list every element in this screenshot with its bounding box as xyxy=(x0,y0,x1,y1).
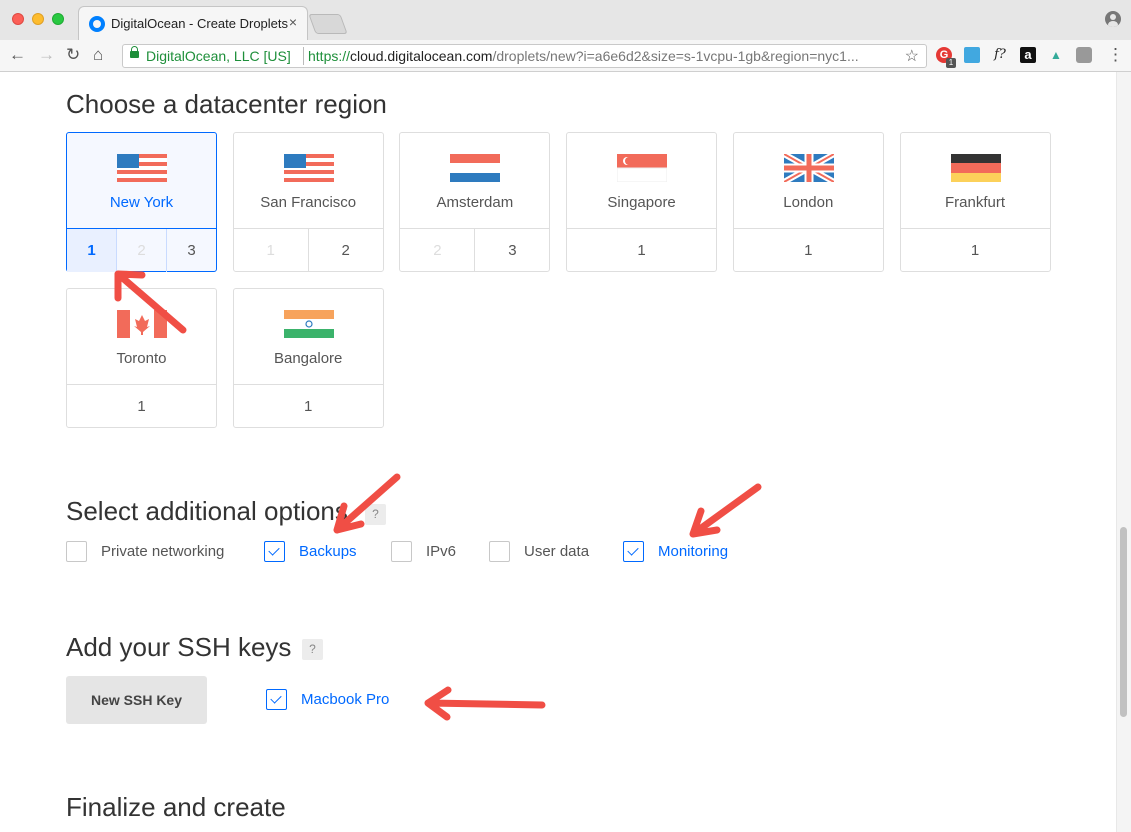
browser-menu-icon[interactable]: ⋮ xyxy=(1107,45,1124,65)
browser-titlebar: DigitalOcean - Create Droplets × xyxy=(0,0,1131,40)
new-tab-button[interactable] xyxy=(308,14,348,34)
home-icon[interactable]: ⌂ xyxy=(93,45,103,65)
extension-amazon-icon[interactable]: a xyxy=(1020,47,1036,63)
extension-font-icon[interactable]: f? xyxy=(992,47,1008,63)
back-arrow-icon[interactable]: ← xyxy=(9,45,26,65)
window-close-button[interactable] xyxy=(12,13,24,25)
url-scheme: https:// xyxy=(308,48,351,64)
annotation-arrow-ssh-key xyxy=(424,686,546,721)
address-bar[interactable]: DigitalOcean, LLC [US] https://cloud.dig… xyxy=(122,44,927,68)
tab-close-icon[interactable]: × xyxy=(289,14,297,30)
window-minimize-button[interactable] xyxy=(32,13,44,25)
ev-certificate-name[interactable]: DigitalOcean, LLC [US] xyxy=(146,48,291,64)
annotation-arrows xyxy=(114,270,762,721)
bookmark-star-icon[interactable]: ☆ xyxy=(905,46,919,66)
profile-icon[interactable] xyxy=(1105,11,1121,27)
lock-icon xyxy=(130,46,139,58)
extension-badge: 1 xyxy=(946,58,956,68)
forward-arrow-icon[interactable]: → xyxy=(38,45,55,65)
annotation-arrow-backups xyxy=(333,473,401,534)
browser-tab-active[interactable]: DigitalOcean - Create Droplets × xyxy=(78,6,308,40)
window-maximize-button[interactable] xyxy=(52,13,64,25)
digitalocean-favicon-icon xyxy=(89,16,105,32)
annotation-arrow-monitoring xyxy=(689,483,762,538)
address-divider xyxy=(303,47,304,65)
extension-window-icon[interactable] xyxy=(964,47,980,63)
tab-title: DigitalOcean - Create Droplets xyxy=(111,16,289,31)
extension-chart-icon[interactable]: ▲ xyxy=(1048,47,1064,63)
url-path: /droplets/new?i=a6e6d2&size=s-1vcpu-1gb&… xyxy=(492,48,859,64)
extension-evernote-icon[interactable] xyxy=(1076,47,1092,63)
page-content: Choose a datacenter region New York 1 2 3 Sa… xyxy=(0,72,1131,832)
annotation-arrow-datacenter xyxy=(114,270,187,334)
url-host: cloud.digitalocean.com xyxy=(350,48,493,64)
reload-icon[interactable]: ↻ xyxy=(66,45,80,65)
browser-toolbar: ← → ↻ ⌂ DigitalOcean, LLC [US] https://c… xyxy=(0,40,1131,72)
url-text[interactable]: https://cloud.digitalocean.com/droplets/… xyxy=(308,48,859,64)
